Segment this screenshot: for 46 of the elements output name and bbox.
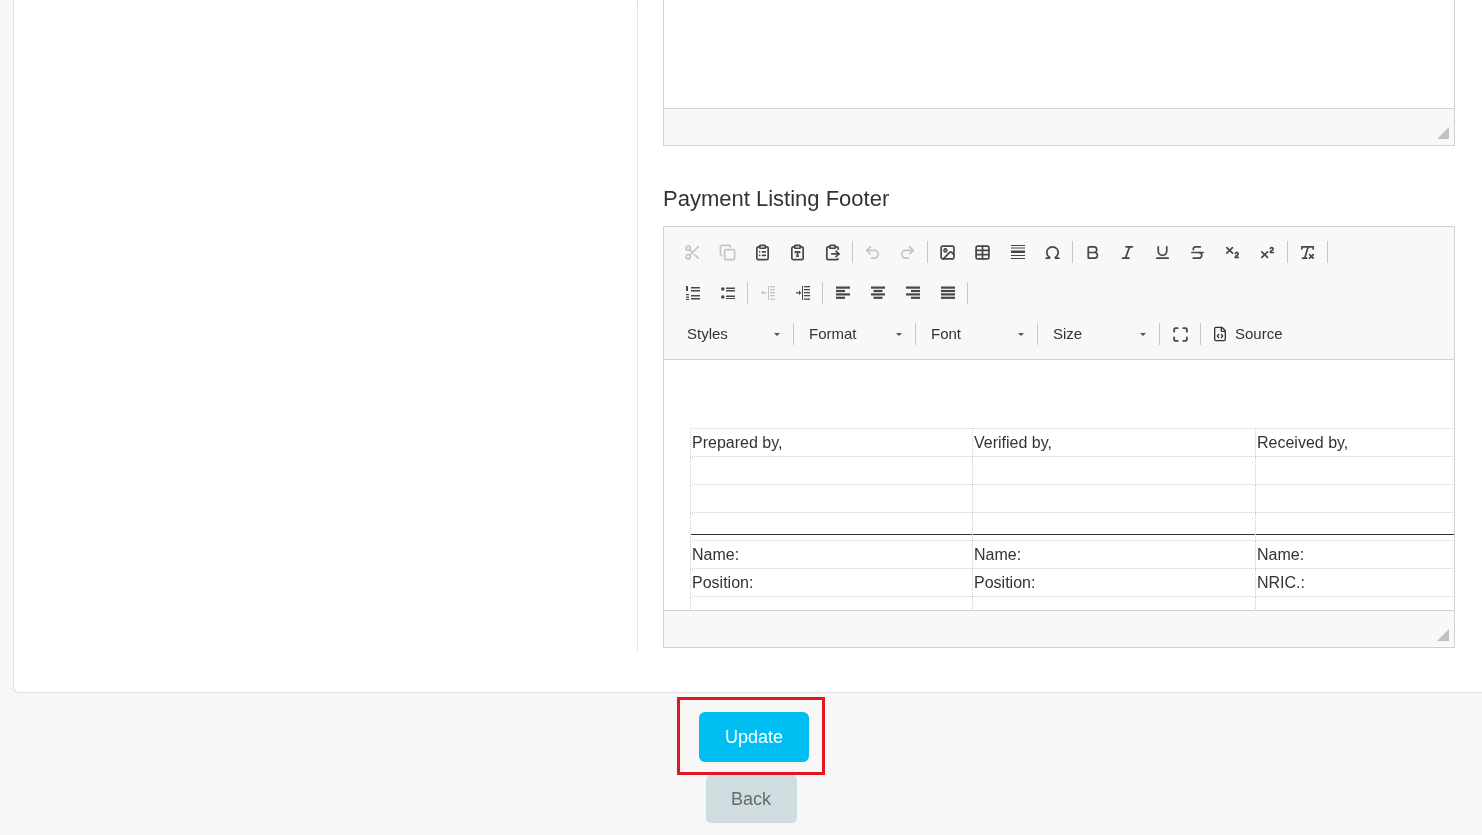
indent-icon xyxy=(795,286,810,300)
table-icon xyxy=(974,243,991,261)
resize-grip-icon xyxy=(1437,629,1449,641)
table-cell: Position: xyxy=(690,568,973,597)
align-right-icon xyxy=(905,286,920,300)
align-left-icon xyxy=(835,286,850,300)
back-button[interactable]: Back xyxy=(705,775,797,823)
caret-icon xyxy=(774,332,780,336)
source-button[interactable]: Source xyxy=(1203,321,1289,347)
table-cell: Name: xyxy=(690,540,973,569)
horizontal-line-icon xyxy=(1010,245,1025,259)
table-cell: Received by, xyxy=(1255,428,1454,457)
toolbar-dropdown[interactable]: Styles xyxy=(675,321,790,347)
maximize-icon xyxy=(1172,325,1189,343)
section-heading: Payment Listing Footer xyxy=(663,186,891,212)
numbered-list-icon xyxy=(685,286,700,300)
toolbar-dropdown[interactable]: Font xyxy=(919,321,1034,347)
outdent-icon xyxy=(760,286,775,300)
caret-icon xyxy=(1140,332,1146,336)
clipboard-icon xyxy=(754,243,771,261)
toolbar-dropdown[interactable]: Format xyxy=(797,321,912,347)
caret-icon xyxy=(1018,332,1024,336)
remove-formatting-icon xyxy=(1299,243,1316,261)
table-cell: Name: xyxy=(972,540,1256,569)
align-justify-icon xyxy=(940,286,955,300)
scissors-icon xyxy=(684,243,701,261)
redo-icon xyxy=(899,243,916,261)
table-cell: Prepared by, xyxy=(690,428,973,457)
clipboard-paste-icon xyxy=(824,243,841,261)
bold-icon xyxy=(1084,243,1101,261)
strikethrough-icon xyxy=(1189,243,1206,261)
toolbar-dropdown[interactable]: Size xyxy=(1041,321,1156,347)
table-cell: Verified by, xyxy=(972,428,1256,457)
italic-icon xyxy=(1119,243,1136,261)
table-cell: Position: xyxy=(972,568,1256,597)
clipboard-text-icon xyxy=(789,243,806,261)
omega-icon xyxy=(1044,243,1061,261)
copy-icon xyxy=(719,243,736,261)
caret-icon xyxy=(896,332,902,336)
bulleted-list-icon xyxy=(720,286,735,300)
underline-icon xyxy=(1154,243,1171,261)
align-center-icon xyxy=(870,286,885,300)
image-icon xyxy=(939,243,956,261)
file-code-icon xyxy=(1212,326,1228,342)
resize-grip-icon xyxy=(1437,127,1449,139)
undo-icon xyxy=(864,243,881,261)
